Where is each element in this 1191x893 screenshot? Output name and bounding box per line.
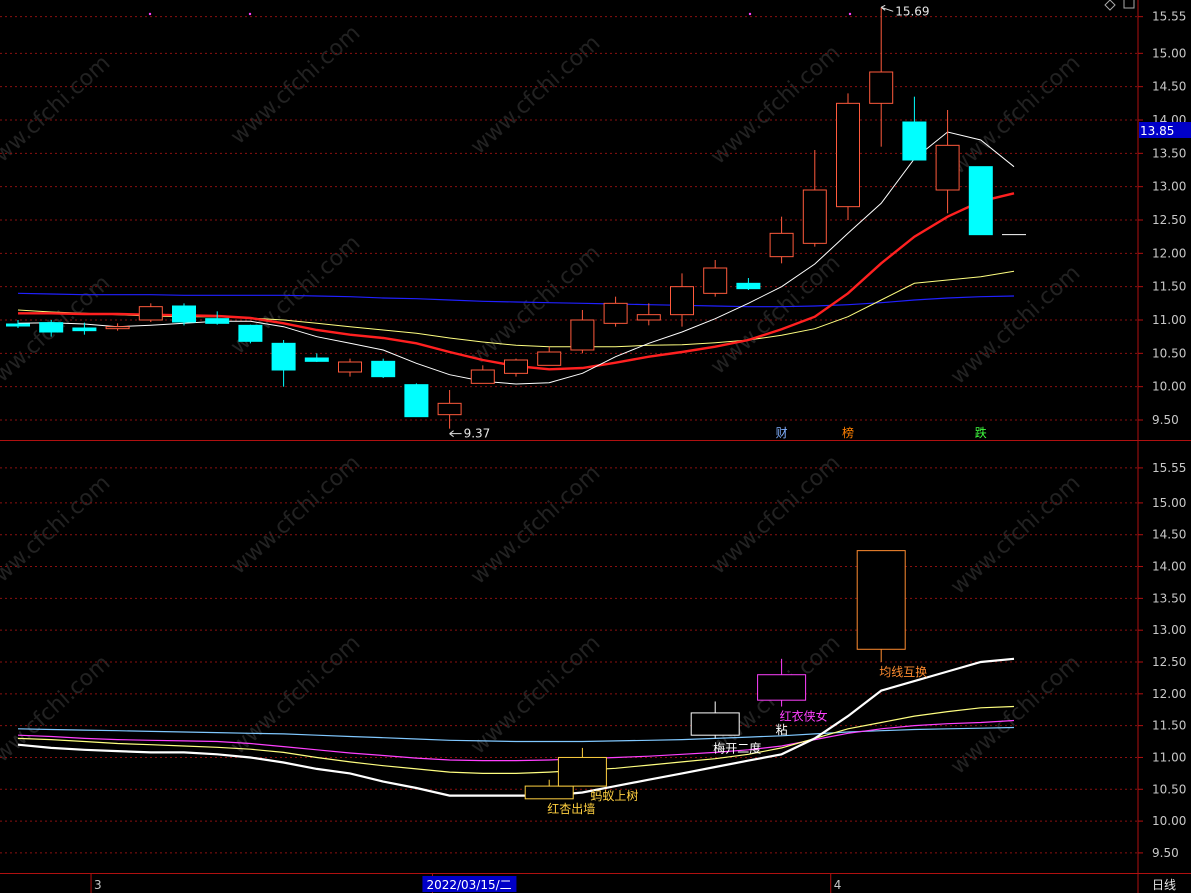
candle-body [39,322,64,333]
candle-body [802,189,827,244]
current-price-label: 13.85 [1140,124,1174,138]
candle-body [636,314,661,321]
candle-body [6,323,30,327]
pattern-label: 梅开二度 [713,740,761,755]
sub-extra-label: 粘 [776,722,788,737]
candle-body [470,369,495,384]
main-y-tick-label: 11.50 [1152,280,1186,294]
sub-y-tick-label: 9.50 [1152,846,1179,860]
candle-body [371,360,396,378]
sub-y-tick-label: 15.00 [1152,496,1186,510]
candle-body [869,71,894,104]
main-y-tick-label: 13.00 [1152,180,1186,194]
main-y-tick-label: 12.00 [1152,246,1186,260]
candle[interactable] [404,383,429,418]
candle[interactable] [836,93,860,220]
candle-body [105,326,130,330]
candle-body [404,384,429,418]
main-y-tick-label: 13.50 [1152,146,1186,160]
candle-body [205,318,230,324]
candle[interactable] [238,324,263,344]
main-y-tick-label: 15.00 [1152,46,1186,60]
candle-body [537,351,562,366]
sub-y-tick-label: 14.00 [1152,560,1186,574]
main-y-tick-label: 14.50 [1152,80,1186,94]
pattern-label: 红衣侠女 [780,709,828,724]
candle-body [304,357,329,362]
date-cursor-label: 2022/03/15/二 [426,878,511,892]
main-y-tick-label: 15.55 [1152,10,1186,24]
sub-y-tick-label: 13.50 [1152,591,1186,605]
event-marker: 榜 [842,425,854,440]
marker-dot [748,12,752,16]
pattern-body [690,712,740,736]
candle-body [72,327,97,332]
main-y-tick-label: 9.50 [1152,413,1179,427]
candle-body [138,306,163,321]
candle-body [603,302,628,324]
marker-dot [848,12,852,16]
sub-y-tick-label: 10.50 [1152,782,1186,796]
pattern-label: 蚂蚁上树 [590,788,638,803]
marker-dot [248,12,252,16]
marker-dot [148,12,152,16]
sub-y-tick-label: 14.50 [1152,528,1186,542]
event-marker: 财 [776,426,788,440]
sub-y-tick-label: 10.00 [1152,814,1186,828]
candle-body [902,121,927,161]
candle-body [437,402,462,416]
sub-y-tick-label: 12.50 [1152,655,1186,669]
period-label: 日线 [1152,878,1176,892]
main-y-tick-label: 12.50 [1152,213,1186,227]
candle-body [670,286,694,316]
main-y-tick-label: 10.00 [1152,380,1186,394]
pattern-body [757,674,807,701]
candle-body [935,144,960,191]
pattern-body [856,550,906,650]
candle-body [238,324,263,342]
pattern-body [524,785,574,800]
sub-y-tick-label: 15.55 [1152,461,1186,475]
x-axis-label: 3 [94,878,102,892]
sub-y-tick-label: 12.00 [1152,687,1186,701]
candle-body [172,305,196,323]
candle-body [271,342,296,371]
candle[interactable] [968,166,993,236]
candle-body [504,359,528,374]
x-axis-label: 4 [834,878,842,892]
pattern-label: 红杏出墙 [547,801,595,816]
candle-body [703,267,728,294]
sub-y-tick-label: 11.00 [1152,750,1186,764]
sub-y-tick-label: 13.00 [1152,623,1186,637]
pattern-label: 均线互换 [879,665,927,679]
low-price-label: 9.37 [464,427,491,441]
candle[interactable] [172,303,196,326]
candle-body [736,282,761,290]
sub-y-tick-label: 11.50 [1152,719,1186,733]
candle-body [968,166,993,236]
candle-body [836,102,860,208]
candle[interactable] [371,358,396,378]
main-y-tick-label: 10.50 [1152,346,1186,360]
candle-body [570,319,595,351]
candle-body [769,232,794,258]
main-y-tick-label: 11.00 [1152,313,1186,327]
high-price-label: 15.69 [895,4,929,18]
candle-body [338,361,362,373]
stock-chart[interactable]: www.cfchi.com www.cfchi.com www.cfchi.com w… [0,0,1191,893]
event-marker: 跌 [975,425,987,440]
pattern-body [557,756,607,787]
